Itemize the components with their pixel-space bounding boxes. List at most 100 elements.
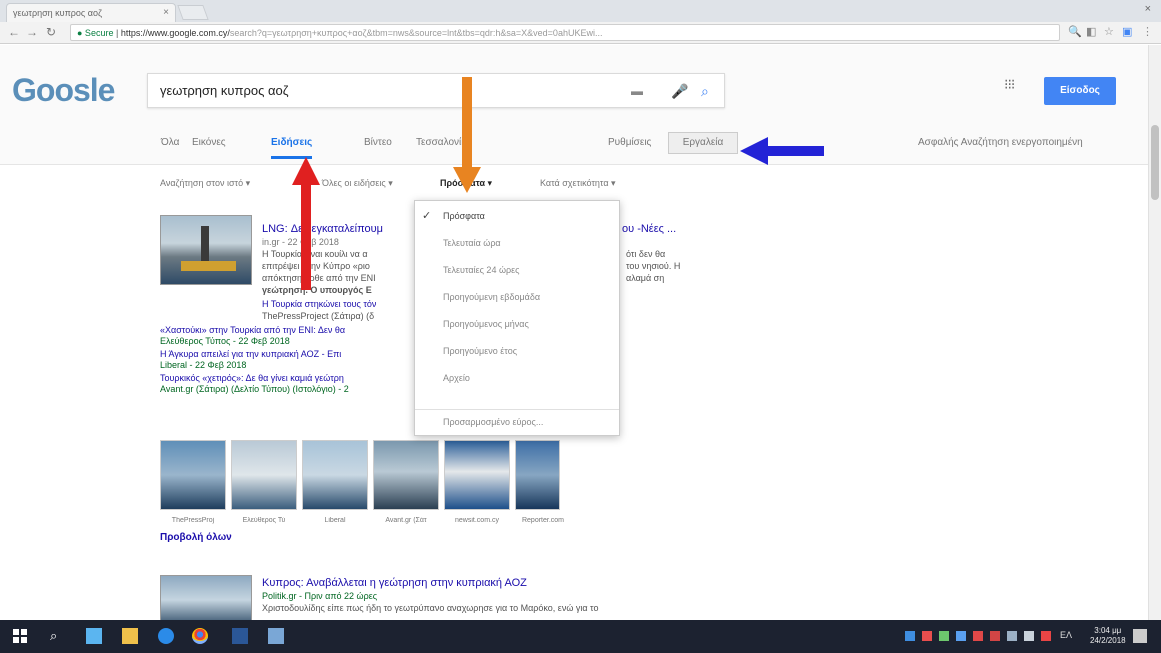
volume-icon[interactable] <box>1041 631 1051 641</box>
tray-icon[interactable] <box>956 631 966 641</box>
url-host: https://www.google.com.cy/ <box>120 28 230 38</box>
windows-start-icon[interactable] <box>12 628 28 644</box>
clock[interactable]: 3:04 μμ 24/2/2018 <box>1090 626 1126 646</box>
extension-blue-icon[interactable]: ▣ <box>1122 25 1132 38</box>
result-thumbnail[interactable] <box>160 575 252 620</box>
search-input[interactable]: γεωτρηση κυπρος αοζ ▬ 🎤 ⌕ <box>147 73 725 108</box>
microphone-icon[interactable]: 🎤 <box>671 83 688 100</box>
related-source: Ελεύθερος Τύπος - 22 Φεβ 2018 <box>160 336 290 346</box>
time-option-month[interactable]: Προηγούμενος μήνας <box>443 319 529 329</box>
clock-date: 24/2/2018 <box>1090 636 1126 645</box>
image-caption: Reporter.com <box>521 517 565 524</box>
time-filter-menu: ✓ Πρόσφατα Τελευταία ώρα Τελευταίες 24 ώ… <box>414 200 620 436</box>
file-explorer-icon[interactable] <box>122 628 138 644</box>
time-option-archive[interactable]: Αρχείο <box>443 373 470 383</box>
news-image[interactable] <box>231 440 297 510</box>
network-icon[interactable] <box>1024 631 1034 641</box>
time-option-custom[interactable]: Προσαρμοσμένο εύρος... <box>443 417 543 427</box>
image-caption: newsit.com.cy <box>455 517 499 524</box>
image-caption: Ελεύθερος Τύ <box>242 517 286 524</box>
time-option-last-hour[interactable]: Τελευταία ώρα <box>443 238 501 248</box>
window-close-icon[interactable]: × <box>1145 3 1151 15</box>
chrome-browser-icon[interactable] <box>192 628 208 644</box>
zoom-icon[interactable]: 🔍 <box>1068 25 1082 38</box>
rig-shape <box>201 226 209 266</box>
notifications-icon[interactable] <box>1133 629 1147 643</box>
orange-arrow-annotation <box>453 77 481 193</box>
menu-kebab-icon[interactable]: ⋮ <box>1142 25 1153 38</box>
address-bar[interactable]: ● Secure | https://www.google.com.cy/sea… <box>70 24 1060 41</box>
result-snippet-line: Χριστοδουλίδης είπε πως ήδη το γεωτρύπαν… <box>262 603 599 613</box>
tray-icon[interactable] <box>939 631 949 641</box>
tab-images[interactable]: Εικόνες <box>192 137 226 148</box>
image-caption: Liberal <box>324 517 346 524</box>
rig-deck <box>181 261 236 271</box>
image-caption: ThePressProj <box>171 517 215 524</box>
tray-icon[interactable] <box>905 631 915 641</box>
red-arrow-annotation <box>292 157 320 290</box>
browser-tabstrip: γεωτρηση κυπρος αοζ × × <box>0 0 1161 22</box>
result-snippet-right: του νησιού. Η <box>626 261 681 271</box>
apps-grid-icon[interactable]: ⁝⁝⁝ <box>1004 77 1015 91</box>
tray-icon[interactable] <box>1007 631 1017 641</box>
forward-icon[interactable]: → <box>26 25 38 39</box>
tab-all[interactable]: Όλα <box>161 137 179 148</box>
result-snippet-right: ότι δεν θα <box>626 249 666 259</box>
tab-video[interactable]: Βίντεο <box>364 137 392 148</box>
page-scrollbar[interactable] <box>1148 45 1161 620</box>
keyboard-icon[interactable]: ▬ <box>631 84 643 98</box>
time-option-24h[interactable]: Τελευταίες 24 ώρες <box>443 265 519 275</box>
paint-icon[interactable] <box>268 628 284 644</box>
safesearch-label[interactable]: Ασφαλής Αναζήτηση ενεργοποιημένη <box>918 137 1083 148</box>
back-icon[interactable]: ← <box>8 25 20 39</box>
signin-button[interactable]: Είσοδος <box>1044 77 1116 105</box>
related-link[interactable]: Τουρκικός «χετιρός»: Δε θα γίνει καμιά γ… <box>160 373 344 383</box>
news-image[interactable] <box>160 440 226 510</box>
related-source: Avant.gr (Σάτιρα) (Δελτίο Τύπου) (Ιστολό… <box>160 384 349 394</box>
task-view-icon[interactable] <box>86 628 102 644</box>
logo[interactable]: Goosle <box>12 72 115 109</box>
result-snippet-right: αλαμά ση <box>626 273 665 283</box>
bookmark-star-icon[interactable]: ☆ <box>1104 25 1114 38</box>
filter-search-all[interactable]: Αναζήτηση στον ιστό ▾ <box>160 178 250 189</box>
scroll-thumb[interactable] <box>1151 125 1159 200</box>
tab-title: γεωτρηση κυπρος αοζ <box>13 8 102 18</box>
extension-icon[interactable]: ◧ <box>1086 25 1096 38</box>
tray-icon[interactable] <box>990 631 1000 641</box>
tab-settings[interactable]: Ρυθμίσεις <box>608 137 651 148</box>
search-icon[interactable]: ⌕ <box>701 83 709 100</box>
blue-arrow-annotation <box>740 137 824 165</box>
new-tab-button[interactable] <box>177 5 209 20</box>
news-image[interactable] <box>302 440 368 510</box>
result-title[interactable]: Κυπρος: Αναβάλλεται η γεώτρηση στην κυπρ… <box>262 577 527 589</box>
result-thumbnail[interactable] <box>160 215 252 285</box>
time-option-week[interactable]: Προηγούμενη εβδομάδα <box>443 292 540 302</box>
tray-icon[interactable] <box>973 631 983 641</box>
tools-button[interactable]: Εργαλεία <box>668 132 738 154</box>
news-image[interactable] <box>373 440 439 510</box>
filter-all-news[interactable]: Όλες οι ειδήσεις ▾ <box>322 178 393 189</box>
search-tabs: Όλα Εικόνες Ειδήσεις Βίντεο Τεσσαλονίκη … <box>0 132 1148 165</box>
time-option-year[interactable]: Προηγούμενο έτος <box>443 346 517 356</box>
image-caption: Avant.gr (Σάτ <box>385 517 427 524</box>
result-source: Politik.gr - Πριν από 22 ώρες <box>262 591 378 601</box>
filter-sort[interactable]: Κατά σχετικότητα ▾ <box>540 178 616 189</box>
time-option-recent[interactable]: Πρόσφατα <box>443 211 485 221</box>
search-icon[interactable]: ⌕ <box>50 628 66 644</box>
related-source: ThePressProject (Σάτιρα) (δ <box>262 311 375 321</box>
news-image[interactable] <box>444 440 510 510</box>
clock-time: 3:04 μμ <box>1094 626 1122 635</box>
edge-browser-icon[interactable] <box>158 628 174 644</box>
word-icon[interactable] <box>232 628 248 644</box>
view-all-link[interactable]: Προβολή όλων <box>160 532 232 543</box>
browser-tab[interactable]: γεωτρηση κυπρος αοζ × <box>6 3 176 22</box>
language-indicator[interactable]: ΕΛ <box>1060 630 1072 640</box>
news-image[interactable] <box>515 440 560 510</box>
tray-icon[interactable] <box>922 631 932 641</box>
related-link[interactable]: «Χαστούκι» στην Τουρκία από την ΕΝΙ: Δεν… <box>160 325 345 335</box>
related-link[interactable]: Η Άγκυρα απειλεί για την κυπριακή ΑΟΖ - … <box>160 349 341 359</box>
reload-icon[interactable]: ↻ <box>46 25 56 39</box>
tab-close-icon[interactable]: × <box>163 7 169 18</box>
result-title-cont[interactable]: ου -Νέες ... <box>622 223 676 235</box>
related-link[interactable]: Η Τουρκία στηκώνει τους τόν <box>262 299 376 309</box>
